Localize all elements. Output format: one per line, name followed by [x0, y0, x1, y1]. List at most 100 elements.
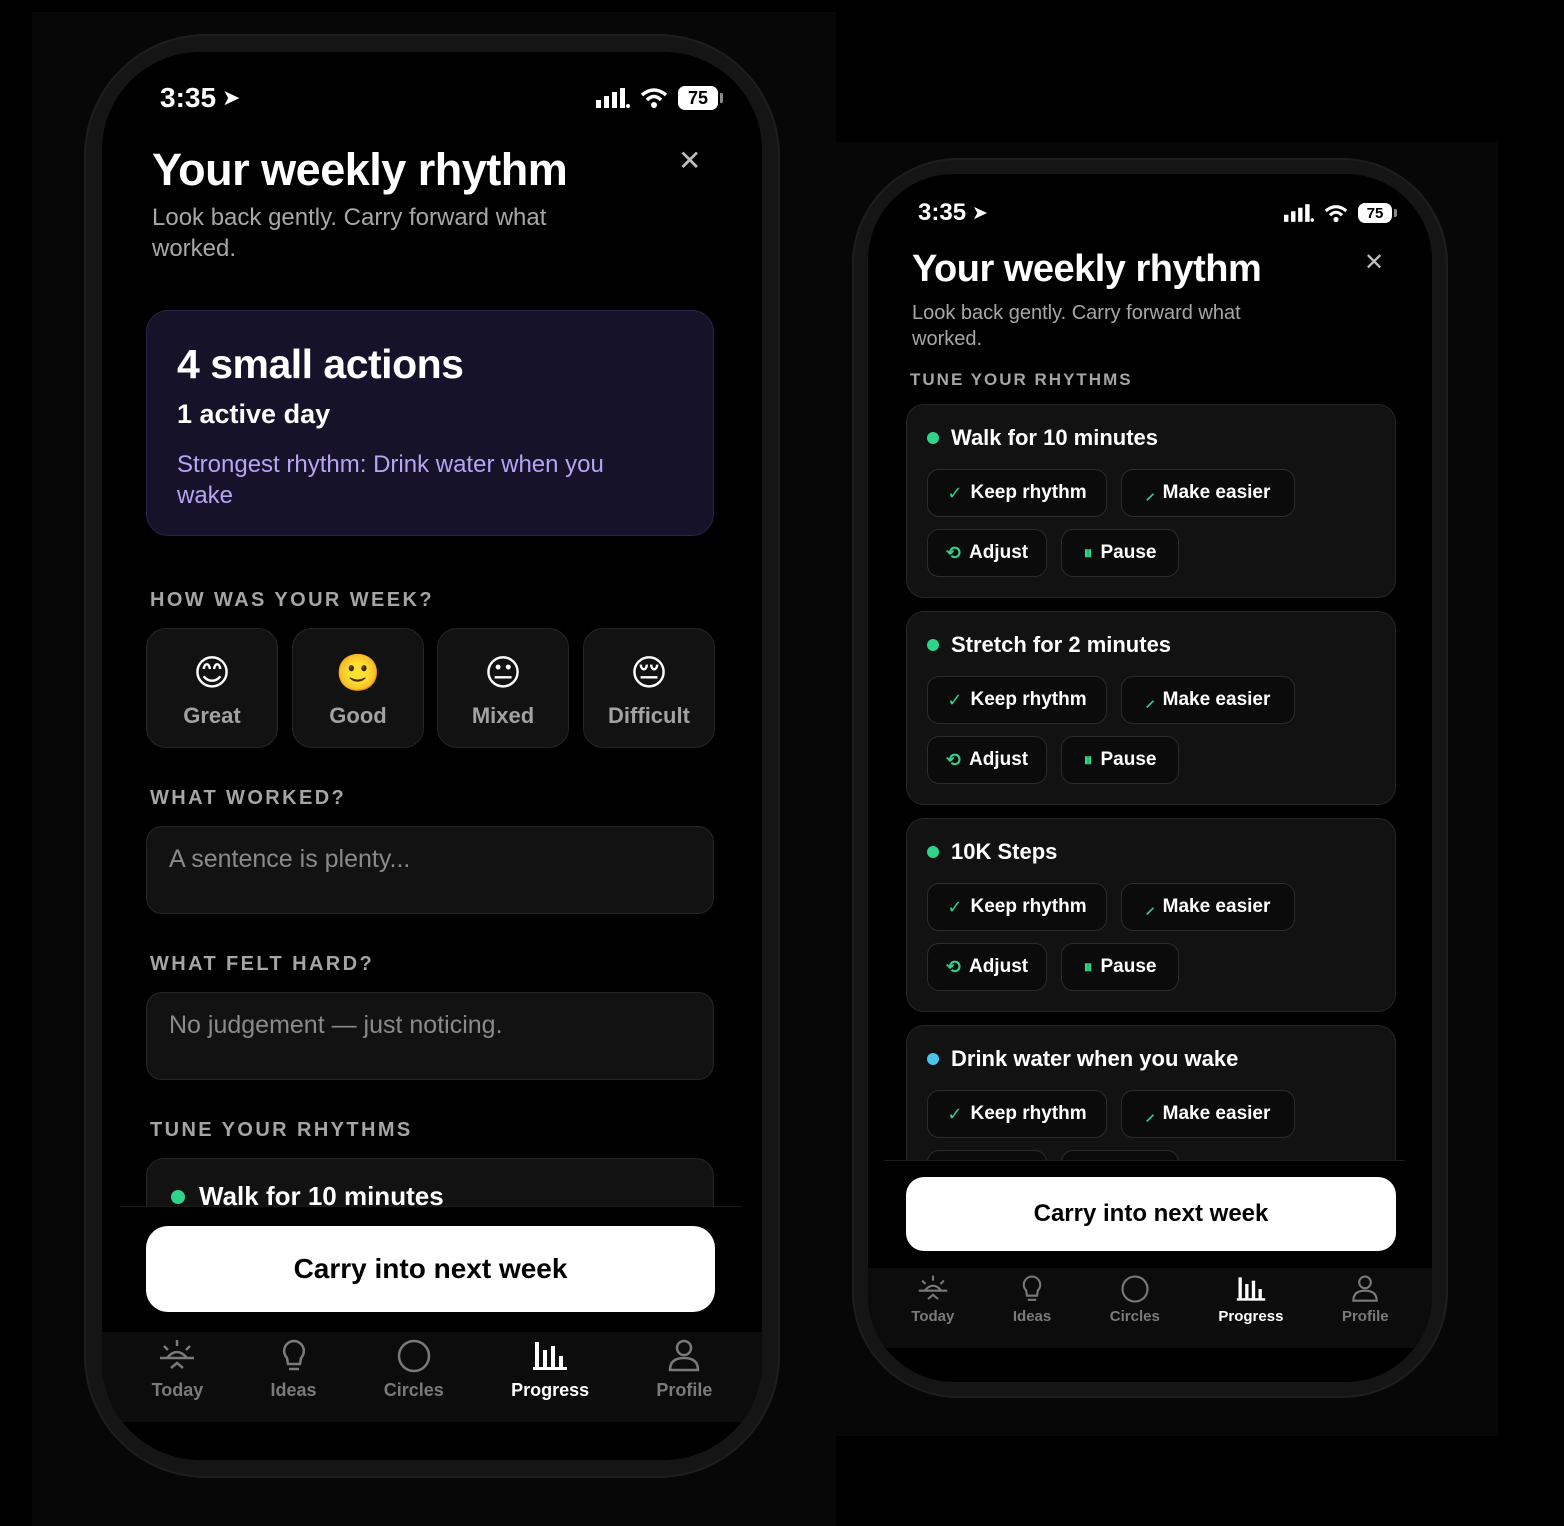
worked-input[interactable] — [169, 845, 691, 874]
carry-forward-button[interactable]: Carry into next week — [906, 1177, 1396, 1251]
calendar-adjust-icon: ⟲ — [945, 750, 961, 770]
adjust-button[interactable]: ⟲Adjust — [927, 529, 1047, 577]
person-icon — [669, 1339, 700, 1372]
keep-rhythm-button[interactable]: ✓ Keep rhythm — [927, 883, 1107, 931]
carry-forward-button[interactable]: Carry into next week — [146, 1226, 715, 1312]
lightbulb-icon — [1022, 1275, 1042, 1301]
mood-option-great[interactable]: 😊 Great — [146, 628, 278, 748]
tune-section-label: TUNE YOUR RHYTHMS — [910, 370, 1133, 389]
summary-active-days: 1 active day — [177, 399, 331, 429]
person-icon — [1352, 1275, 1379, 1302]
rhythm-status-dot — [171, 1189, 185, 1204]
signal-icon — [1284, 204, 1314, 222]
page-title: Your weekly rhythm — [152, 144, 568, 195]
tab-profile[interactable]: Profile — [656, 1338, 712, 1422]
summary-actions: 4 small actions — [177, 341, 464, 387]
hard-field — [146, 992, 714, 1080]
rhythm-card: Stretch for 2 minutes ✓ Keep rhythm ⸝ Make e… — [906, 611, 1396, 805]
status-time: 3:35 — [160, 82, 217, 113]
adjust-button[interactable]: ⟲Adjust — [927, 736, 1047, 784]
right-phone-screen: 3:35 ➤ 75 Your weekly rhythm ✕ Look back … — [868, 174, 1432, 1382]
keep-rhythm-button[interactable]: ✓ Keep rhythm — [927, 469, 1107, 517]
page-subtitle: Look back gently. Carry forward what work… — [152, 204, 547, 263]
tab-progress[interactable]: Progress — [511, 1338, 589, 1422]
calendar-adjust-icon: ⟲ — [945, 543, 961, 563]
mood-option-difficult[interactable]: 😔 Difficult — [583, 628, 715, 748]
summary-card: 4 small actions 1 active day Strongest r… — [146, 310, 714, 536]
left-phone-screen: 3:35 ➤ 75 Your weekly rhythm ✕ Look back … — [102, 52, 762, 1460]
pause-button[interactable]: ⏸Pause — [1061, 943, 1179, 991]
status-bar: 3:35 ➤ 75 — [868, 196, 1432, 230]
rhythm-name: 10K Steps — [951, 839, 1058, 864]
mood-option-good[interactable]: 🙂 Good — [292, 628, 424, 748]
check-icon: ✓ — [947, 897, 963, 917]
feather-icon: ⸝ — [1145, 1104, 1155, 1124]
check-icon: ✓ — [947, 483, 963, 503]
mood-option-mixed[interactable]: 😐 Mixed — [437, 628, 569, 748]
adjust-button[interactable]: ⟲Adjust — [927, 943, 1047, 991]
rhythm-name: Drink water when you wake — [951, 1046, 1239, 1071]
make-easier-button[interactable]: ⸝ Make easier — [1121, 883, 1295, 931]
feather-icon: ⸝ — [1145, 690, 1155, 710]
status-bar: 3:35 ➤ 75 — [102, 78, 762, 118]
make-easier-button[interactable]: ⸝ Make easier — [1121, 469, 1295, 517]
hard-input[interactable] — [169, 1011, 691, 1040]
pause-icon: ⏸ — [1083, 750, 1093, 770]
tab-progress[interactable]: Progress — [1218, 1274, 1283, 1348]
make-easier-button[interactable]: ⸝ Make easier — [1121, 676, 1295, 724]
check-icon: ✓ — [947, 1104, 963, 1124]
tab-circles[interactable]: Circles — [1110, 1274, 1160, 1348]
sunrise-icon — [160, 1340, 195, 1369]
make-easier-button[interactable]: ⸝ Make easier — [1121, 1090, 1295, 1138]
bar-chart-icon — [1236, 1277, 1266, 1301]
pause-button[interactable]: ⏸Pause — [1061, 736, 1179, 784]
check-icon: ✓ — [947, 690, 963, 710]
worked-field — [146, 826, 714, 914]
rhythm-card: 10K Steps ✓ Keep rhythm ⸝ Make easier ⟲ Adjust… — [906, 818, 1396, 1012]
rhythm-status-dot — [927, 639, 939, 651]
rhythm-name: Walk for 10 minutes — [951, 425, 1159, 450]
page-subtitle: Look back gently. Carry forward what work… — [912, 302, 1241, 350]
tab-profile[interactable]: Profile — [1342, 1274, 1389, 1348]
close-button[interactable]: ✕ — [1364, 248, 1384, 277]
rhythm-card: Walk for 10 minutes ✓ Keep rhythm ⸝ Make eas… — [906, 404, 1396, 598]
keep-rhythm-button[interactable]: ✓ Keep rhythm — [927, 676, 1107, 724]
circle-icon — [397, 1339, 431, 1373]
keep-rhythm-button[interactable]: ✓ Keep rhythm — [927, 1090, 1107, 1138]
rhythm-status-dot — [927, 846, 939, 858]
tab-bar: Today Ideas Circles Progress Profile — [868, 1268, 1432, 1348]
tab-bar: Today Ideas Circles Progress Profile — [102, 1332, 762, 1422]
calendar-adjust-icon: ⟲ — [945, 957, 961, 977]
location-arrow-icon: ➤ — [972, 202, 988, 224]
signal-icon — [596, 88, 630, 108]
wifi-icon — [640, 88, 668, 108]
wifi-icon — [1324, 204, 1348, 222]
bar-chart-icon — [533, 1342, 568, 1370]
battery-indicator: 75 — [678, 86, 723, 110]
tab-ideas[interactable]: Ideas — [1013, 1274, 1051, 1348]
summary-strongest-rhythm: Strongest rhythm: Drink water when you wa… — [177, 451, 604, 510]
tab-ideas[interactable]: Ideas — [271, 1338, 317, 1422]
tab-today[interactable]: Today — [152, 1338, 203, 1422]
pause-icon: ⏸ — [1083, 543, 1093, 563]
rhythm-status-dot — [927, 1053, 939, 1065]
tab-circles[interactable]: Circles — [384, 1338, 444, 1422]
rhythm-status-dot — [927, 432, 939, 444]
close-button[interactable]: ✕ — [678, 144, 701, 177]
tune-section-label: TUNE YOUR RHYTHMS — [150, 1119, 413, 1141]
rhythm-name: Stretch for 2 minutes — [951, 632, 1172, 657]
week-section-label: HOW WAS YOUR WEEK? — [150, 589, 434, 611]
pause-button[interactable]: ⏸Pause — [1061, 529, 1179, 577]
status-time: 3:35 — [918, 199, 967, 226]
tab-today[interactable]: Today — [911, 1274, 954, 1348]
left-phone-frame: 3:35 ➤ 75 Your weekly rhythm ✕ Look back … — [86, 36, 778, 1476]
sunrise-icon — [918, 1275, 947, 1300]
pause-icon: ⏸ — [1083, 957, 1093, 977]
circle-icon — [1121, 1275, 1149, 1303]
lightbulb-icon — [282, 1339, 305, 1371]
worked-section-label: WHAT WORKED? — [150, 787, 347, 809]
right-phone-frame: 3:35 ➤ 75 Your weekly rhythm ✕ Look back … — [854, 160, 1446, 1396]
page-title: Your weekly rhythm — [912, 248, 1262, 290]
hard-section-label: WHAT FELT HARD? — [150, 953, 375, 975]
feather-icon: ⸝ — [1145, 897, 1155, 917]
